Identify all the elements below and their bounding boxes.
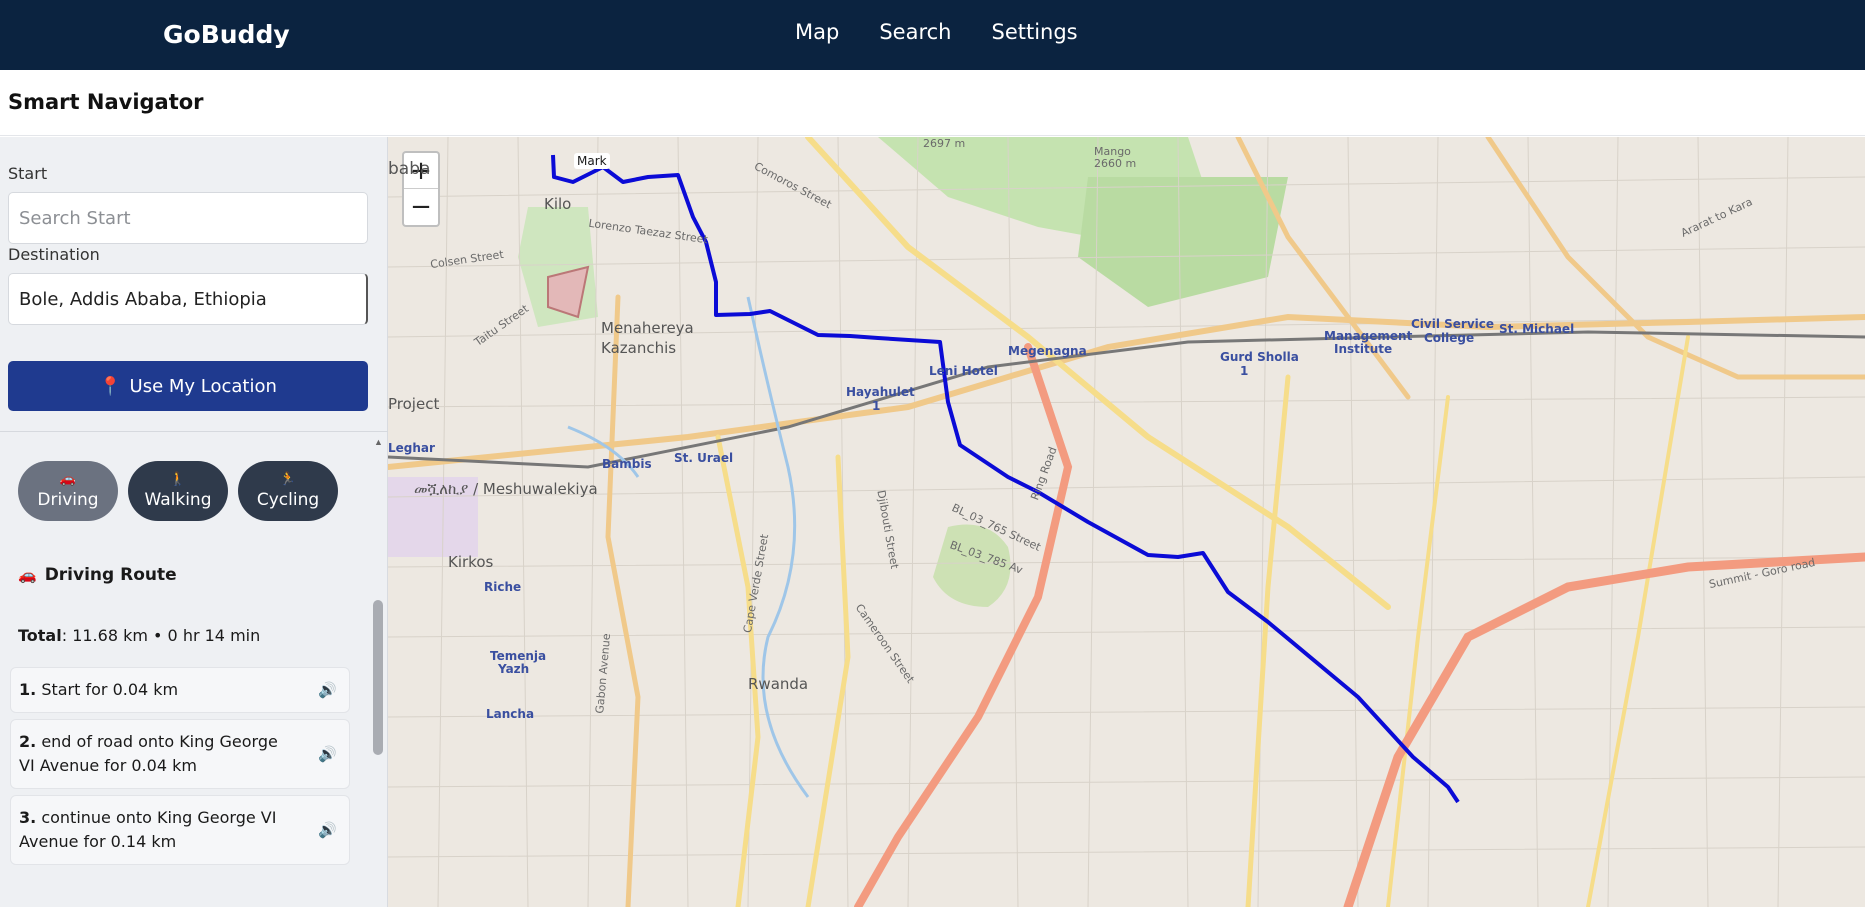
map-label: Leni Hotel	[929, 364, 998, 378]
page-title: Smart Navigator	[8, 90, 204, 114]
park-area	[1078, 177, 1288, 307]
map-label: Institute	[1334, 342, 1393, 356]
route-title-text: Driving Route	[44, 565, 177, 585]
car-icon: 🚗	[18, 566, 37, 584]
map-label: St. Urael	[674, 451, 734, 465]
speaker-icon[interactable]: 🔊	[318, 742, 337, 766]
map-label: Menahereya	[601, 319, 694, 337]
map-label: Civil Service	[1411, 317, 1495, 331]
map-label: Lancha	[486, 707, 535, 721]
sidebar: Start Destination 📍 Use My Location ▲ 🚗 …	[0, 137, 388, 907]
mode-walking-label: Walking	[144, 490, 212, 510]
nav-item-map[interactable]: Map	[795, 20, 839, 44]
mode-cycling-button[interactable]: 🏃 Cycling	[238, 461, 338, 521]
map-label: 1	[872, 399, 881, 413]
map-label: Temenja	[490, 649, 547, 663]
route-total: Total: 11.68 km • 0 hr 14 min	[18, 626, 260, 645]
sidebar-scrollbar[interactable]: ▲	[372, 437, 384, 907]
map-label: Kazanchis	[601, 339, 677, 357]
map-label: መሿለኪያ / Meshuwalekiya	[414, 480, 598, 498]
map-label: Riche	[484, 580, 522, 594]
destination-label: Destination	[8, 245, 100, 264]
map-label: Project	[388, 395, 440, 413]
route-total-label: Total	[18, 626, 62, 645]
map-label: 1	[1240, 364, 1249, 378]
scroll-up-arrow-icon[interactable]: ▲	[374, 437, 383, 447]
zoom-out-button[interactable]: −	[404, 189, 438, 225]
route-step: 3. continue onto King George VI Avenue f…	[10, 795, 350, 865]
step-text: Start for 0.04 km	[41, 680, 179, 699]
start-input[interactable]	[8, 192, 368, 244]
map-label: Rwanda	[748, 675, 809, 693]
sidebar-divider	[0, 431, 388, 432]
walking-person-icon: 🚶	[169, 472, 187, 487]
brand-logo[interactable]: GoBuddy	[163, 20, 290, 49]
map-label: Kilo	[544, 195, 572, 213]
map-label: College	[1424, 331, 1475, 345]
step-number: 1.	[19, 680, 37, 699]
mode-cycling-label: Cycling	[256, 490, 320, 510]
scroll-thumb[interactable]	[373, 600, 383, 755]
route-step: 1. Start for 0.04 km 🔊	[10, 667, 350, 713]
nav-item-settings[interactable]: Settings	[991, 20, 1077, 44]
map-label: Kirkos	[448, 553, 494, 571]
ring-road	[854, 343, 1865, 907]
destination-input[interactable]	[8, 273, 368, 325]
mode-driving-label: Driving	[37, 490, 99, 510]
step-number: 2.	[19, 732, 37, 751]
route-total-value: : 11.68 km • 0 hr 14 min	[61, 626, 261, 645]
route-line	[551, 154, 1460, 804]
step-text: end of road onto King George VI Avenue f…	[19, 732, 278, 775]
map-label: Leghar	[388, 441, 435, 455]
mode-walking-button[interactable]: 🚶 Walking	[128, 461, 228, 521]
map-label: 2697 m	[923, 137, 966, 150]
step-number: 3.	[19, 808, 37, 827]
map-label: Management	[1324, 329, 1413, 343]
start-marker-label[interactable]: Mark	[574, 153, 610, 169]
map-label: Hayahulet	[846, 385, 915, 399]
use-my-location-button[interactable]: 📍 Use My Location	[8, 361, 368, 411]
step-text: continue onto King George VI Avenue for …	[19, 808, 277, 851]
route-steps-list: 1. Start for 0.04 km 🔊 2. end of road on…	[10, 667, 350, 871]
use-my-location-label: Use My Location	[129, 375, 277, 397]
map-label: Megenagna	[1008, 344, 1087, 358]
map-label: Yazh	[498, 662, 530, 676]
speaker-icon[interactable]: 🔊	[318, 678, 337, 702]
map-label: 2660 m	[1094, 157, 1137, 170]
map-view[interactable]: + − Mark baba Kilo 2697 m Mango 2660 m M…	[388, 137, 1865, 907]
speaker-icon[interactable]: 🔊	[318, 818, 337, 842]
start-label: Start	[8, 164, 48, 183]
map-label: Bambis	[602, 457, 652, 471]
running-person-icon: 🏃	[279, 472, 297, 487]
map-label: Gurd Sholla	[1220, 350, 1299, 364]
map-pin-icon: 📍	[99, 375, 122, 397]
nav-item-search[interactable]: Search	[879, 20, 951, 44]
top-navbar: GoBuddy Map Search Settings	[0, 0, 1865, 70]
nav-links: Map Search Settings	[795, 20, 1078, 44]
page-header: Smart Navigator	[0, 70, 1865, 136]
map-tiles	[388, 137, 1865, 907]
travel-mode-selector: 🚗 Driving 🚶 Walking 🏃 Cycling	[18, 461, 338, 521]
route-step: 2. end of road onto King George VI Avenu…	[10, 719, 350, 789]
map-label: St. Michael	[1499, 322, 1575, 336]
map-label: baba	[388, 159, 431, 179]
mode-driving-button[interactable]: 🚗 Driving	[18, 461, 118, 521]
route-title: 🚗 Driving Route	[18, 565, 177, 585]
car-icon: 🚗	[59, 472, 77, 487]
